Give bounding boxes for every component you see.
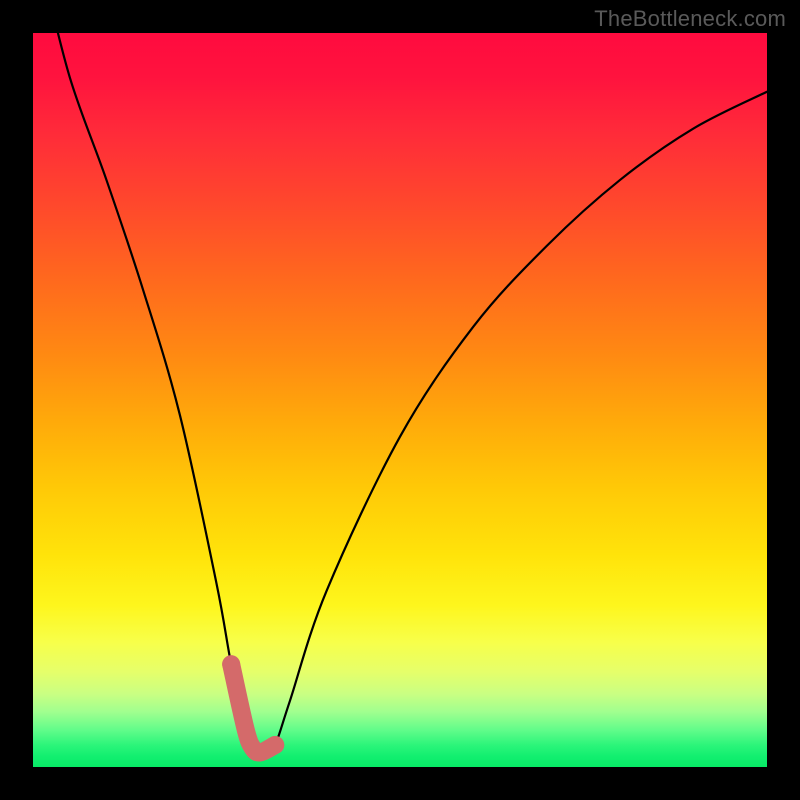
bottleneck-curve (40, 33, 767, 752)
optimal-right-dot (266, 736, 284, 754)
optimal-left-dot (222, 655, 240, 673)
plot-area (33, 33, 767, 767)
curve-svg (33, 33, 767, 767)
chart-frame: TheBottleneck.com (0, 0, 800, 800)
watermark-text: TheBottleneck.com (594, 6, 786, 32)
